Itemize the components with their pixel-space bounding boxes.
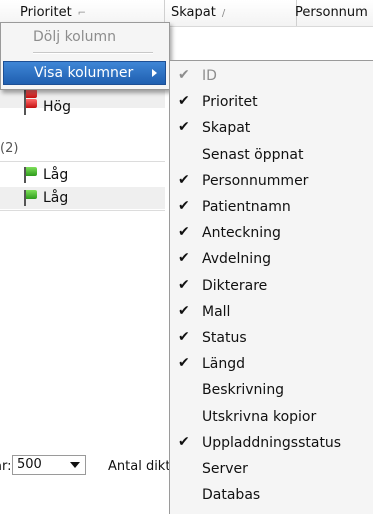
- hide-column-menu-item[interactable]: Dölj kolumn: [3, 26, 166, 48]
- column-toggle-label: Avdelning: [202, 251, 271, 268]
- page-size-value: 500: [17, 457, 42, 472]
- checkmark-icon: ✔: [178, 119, 190, 136]
- priority-cell: Låg: [43, 190, 69, 206]
- page: Prioritet ⌐ Skapat / Personnum Hög (2) Låg…: [0, 0, 373, 514]
- column-toggle-label: ID: [202, 68, 217, 84]
- show-columns-menu-item[interactable]: Visa kolumner: [3, 61, 166, 85]
- column-toggle-label: Prioritet: [202, 94, 258, 111]
- column-header-skapat-label: Skapat: [171, 5, 216, 20]
- checkmark-icon: ✔: [178, 433, 190, 450]
- page-size-label: ar:: [0, 459, 12, 474]
- column-header-personnummer-label: Personnum: [295, 5, 368, 20]
- priority-cell: Hög: [43, 99, 71, 115]
- table-row[interactable]: Låg: [0, 187, 165, 209]
- column-header-skapat[interactable]: Skapat /: [165, 0, 297, 26]
- checkmark-icon: ✔: [178, 171, 190, 188]
- menu-separator: [33, 52, 153, 54]
- column-toggle-label: Uppladdningsstatus: [202, 434, 342, 451]
- dictation-count-label: Antal dikt: [108, 459, 171, 474]
- column-toggle-item[interactable]: Server: [172, 456, 372, 482]
- column-toggle-item[interactable]: ✔ Prioritet: [172, 89, 372, 115]
- green-flag-icon: [22, 166, 38, 184]
- checkmark-icon: ✔: [178, 329, 190, 345]
- chevron-down-icon: [70, 462, 80, 468]
- column-toggle-label: Patientnamn: [202, 199, 291, 215]
- checkmark-icon: ✔: [178, 250, 190, 267]
- show-columns-label: Visa kolumner: [34, 65, 134, 81]
- column-toggle-item[interactable]: Utskrivna kopior: [172, 404, 372, 430]
- checkmark-icon: ✔: [178, 67, 190, 83]
- group-count: (2): [0, 141, 19, 156]
- column-toggle-item[interactable]: ✔ Skapat: [172, 115, 372, 141]
- column-toggle-item[interactable]: ✔ Mall: [172, 299, 372, 325]
- submenu-arrow-icon: [152, 69, 157, 77]
- sort-indicator-icon: ⌐: [77, 8, 87, 19]
- checkmark-icon: ✔: [178, 224, 190, 241]
- checkmark-icon: ✔: [178, 93, 190, 110]
- column-toggle-item[interactable]: ✔ Anteckning: [172, 220, 372, 246]
- divider: [0, 161, 165, 162]
- column-toggle-label: Utskrivna kopior: [202, 408, 317, 425]
- column-toggle-label: Längd: [202, 356, 246, 373]
- priority-cell: Låg: [43, 167, 69, 183]
- table-row[interactable]: Låg: [0, 164, 165, 186]
- column-toggle-item[interactable]: Databas: [172, 482, 372, 508]
- page-size-select[interactable]: 500: [12, 455, 86, 475]
- show-columns-submenu: ✔ ID ✔ Prioritet ✔ Skapat Senast öppnat ✔ Person…: [169, 60, 373, 514]
- column-toggle-label: Anteckning: [202, 225, 281, 242]
- column-toggle-label: Personnummer: [202, 172, 309, 189]
- column-toggle-item[interactable]: ✔ Längd: [172, 351, 372, 377]
- column-toggle-label: Skapat: [202, 120, 251, 137]
- column-toggle-item[interactable]: ✔ Patientnamn: [172, 194, 372, 220]
- divider: [0, 210, 165, 211]
- column-toggle-item[interactable]: ✔ Status: [172, 325, 372, 351]
- checkmark-icon: ✔: [178, 355, 190, 372]
- column-toggle-item[interactable]: Beskrivning: [172, 377, 372, 403]
- column-header-prioritet-label: Prioritet: [20, 5, 72, 20]
- column-toggle-item[interactable]: ✔ ID: [172, 63, 372, 89]
- checkmark-icon: ✔: [178, 302, 190, 319]
- column-toggle-label: Senast öppnat: [202, 146, 304, 163]
- column-toggle-label: Server: [202, 461, 248, 477]
- column-toggle-label: Beskrivning: [202, 382, 285, 399]
- column-toggle-item[interactable]: ✔ Personnummer: [172, 168, 372, 194]
- red-flag-icon: [22, 98, 38, 116]
- column-context-menu: Dölj kolumn Visa kolumner: [0, 22, 170, 90]
- column-toggle-item[interactable]: ✔ Uppladdningsstatus: [172, 430, 372, 456]
- sort-indicator-icon: /: [221, 8, 226, 19]
- green-flag-icon: [22, 189, 38, 207]
- column-toggle-item[interactable]: ✔ Avdelning: [172, 246, 372, 272]
- checkmark-icon: ✔: [178, 198, 190, 214]
- table-row[interactable]: Hög: [0, 96, 165, 118]
- checkmark-icon: ✔: [178, 276, 190, 293]
- column-header-personnummer[interactable]: Personnum: [291, 0, 373, 26]
- column-toggle-label: Databas: [202, 487, 261, 504]
- column-toggle-label: Status: [202, 330, 247, 346]
- column-toggle-label: Mall: [202, 303, 231, 320]
- column-toggle-item[interactable]: ✔ Dikterare: [172, 273, 372, 299]
- column-toggle-item[interactable]: Senast öppnat: [172, 142, 372, 168]
- column-toggle-label: Dikterare: [202, 277, 268, 294]
